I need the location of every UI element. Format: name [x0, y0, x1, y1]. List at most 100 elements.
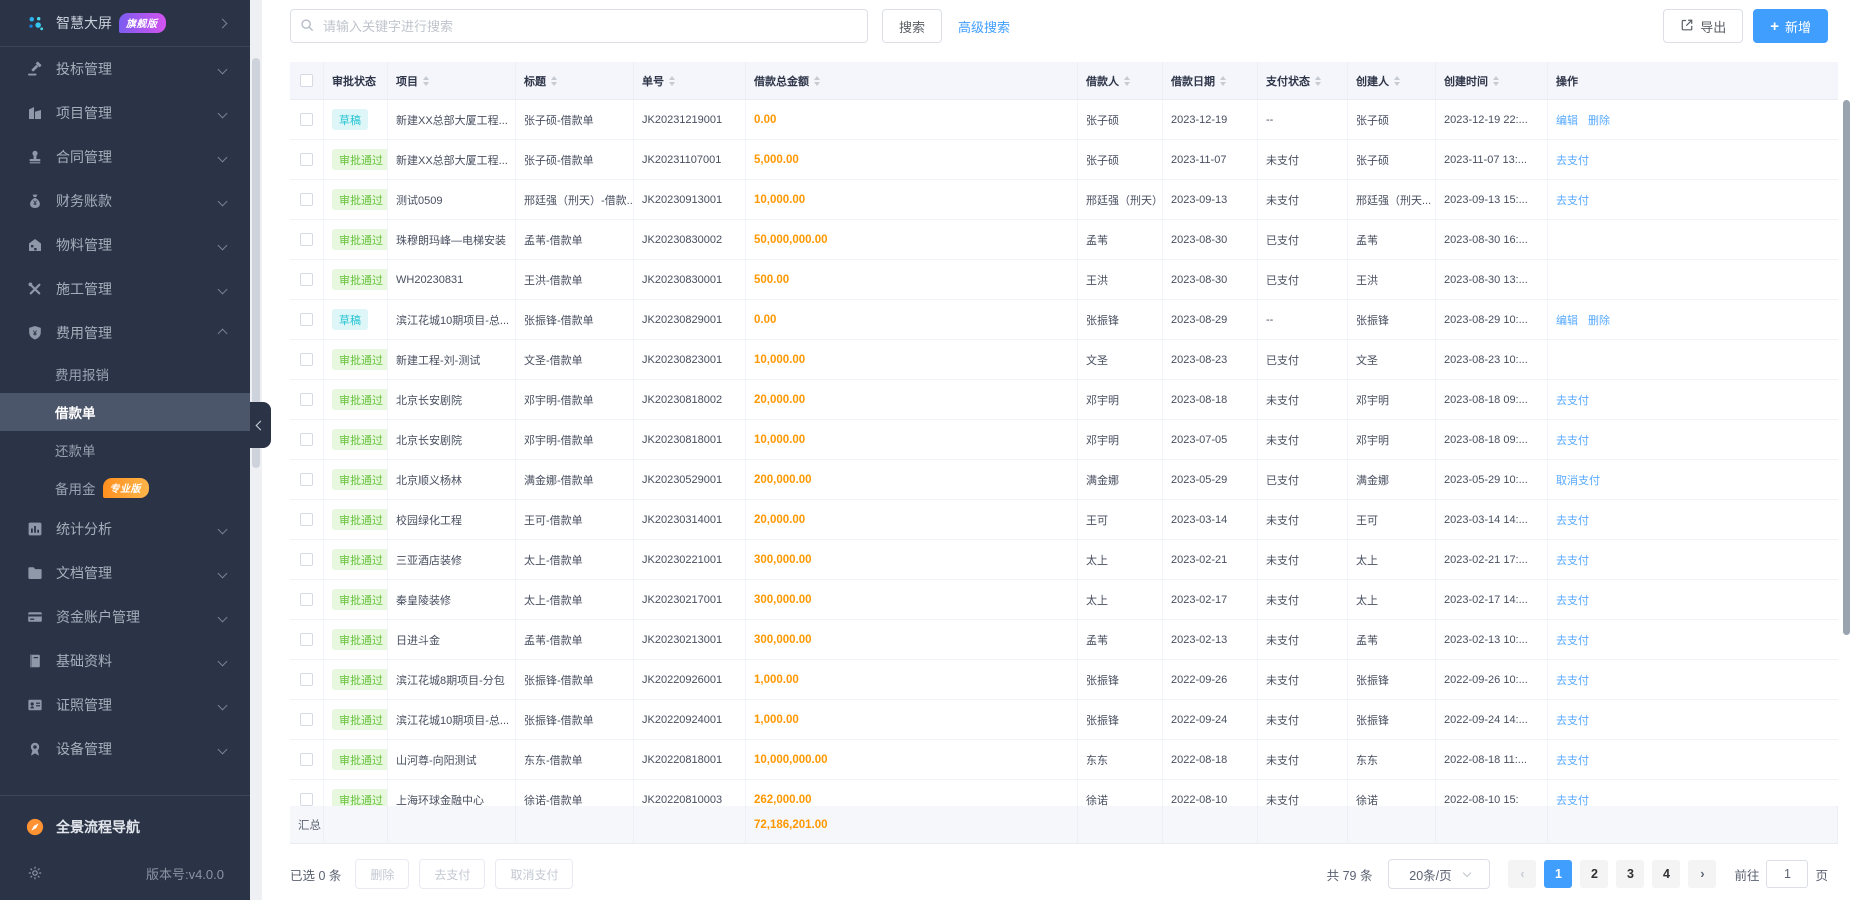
page-button-4[interactable]: 4 [1652, 860, 1680, 888]
sidebar-item-construction-management[interactable]: 施工管理 [0, 267, 250, 311]
column-header-create_time[interactable]: 创建时间 [1436, 62, 1548, 99]
summary-cell-amount: 72,186,201.00 [746, 806, 1078, 843]
status-badge: 审批通过 [332, 549, 388, 570]
column-header-borrow_date[interactable]: 借款日期 [1163, 62, 1258, 99]
row-checkbox[interactable] [300, 313, 313, 326]
pay-link[interactable]: 去支付 [1556, 752, 1589, 768]
column-header-amount[interactable]: 借款总金额 [746, 62, 1078, 99]
column-header-title[interactable]: 标题 [516, 62, 634, 99]
sidebar-item-petty-cash[interactable]: 备用金专业版 [0, 469, 250, 507]
row-checkbox[interactable] [300, 353, 313, 366]
sidebar-item-expense-reimbursement[interactable]: 费用报销 [0, 355, 250, 393]
sidebar-item-certificate-management[interactable]: 证照管理 [0, 683, 250, 727]
sidebar-item-material-management[interactable]: 物料管理 [0, 223, 250, 267]
pay-link[interactable]: 去支付 [1556, 712, 1589, 728]
pay-link[interactable]: 去支付 [1556, 192, 1589, 208]
batch-cancel-pay-button[interactable]: 取消支付 [495, 859, 573, 889]
delete-link[interactable]: 删除 [1588, 312, 1610, 328]
sidebar-item-fund-account-management[interactable]: 资金账户管理 [0, 595, 250, 639]
row-checkbox[interactable] [300, 113, 313, 126]
edit-link[interactable]: 编辑 [1556, 312, 1578, 328]
column-header-code[interactable]: 单号 [634, 62, 746, 99]
gear-icon[interactable] [26, 864, 44, 882]
edit-link[interactable]: 编辑 [1556, 112, 1578, 128]
sidebar-item-loan-slip[interactable]: 借款单 [0, 393, 250, 431]
search-button[interactable]: 搜索 [882, 9, 942, 43]
sidebar-item-statistics-analysis[interactable]: 统计分析 [0, 507, 250, 551]
cell-creator: 张振锋 [1348, 700, 1436, 739]
row-checkbox[interactable] [300, 233, 313, 246]
pay-link[interactable]: 去支付 [1556, 632, 1589, 648]
row-checkbox[interactable] [300, 193, 313, 206]
sort-icon[interactable] [1220, 76, 1226, 86]
sidebar-item-expense-management[interactable]: ¥费用管理 [0, 311, 250, 355]
sort-icon[interactable] [669, 76, 675, 86]
page-size-select[interactable]: 20条/页 [1388, 859, 1490, 889]
batch-pay-button[interactable]: 去支付 [419, 859, 485, 889]
column-header-borrower[interactable]: 借款人 [1078, 62, 1163, 99]
goto-page-input[interactable] [1766, 860, 1808, 888]
table-scrollbar-thumb[interactable] [1843, 100, 1850, 635]
sidebar-item-finance-accounts[interactable]: ¥财务账款 [0, 179, 250, 223]
column-header-creator[interactable]: 创建人 [1348, 62, 1436, 99]
row-checkbox[interactable] [300, 673, 313, 686]
sort-icon[interactable] [1493, 76, 1499, 86]
pay-link[interactable]: 去支付 [1556, 672, 1589, 688]
column-header-checkbox[interactable] [290, 62, 324, 99]
sidebar-item-label: 物料管理 [56, 235, 112, 255]
row-checkbox[interactable] [300, 753, 313, 766]
sort-icon[interactable] [551, 76, 557, 86]
search-input[interactable] [290, 9, 868, 43]
row-checkbox[interactable] [300, 273, 313, 286]
row-checkbox[interactable] [300, 713, 313, 726]
prev-page-button[interactable]: ‹ [1508, 860, 1536, 888]
sort-icon[interactable] [814, 76, 820, 86]
row-checkbox[interactable] [300, 633, 313, 646]
page-button-1[interactable]: 1 [1544, 860, 1572, 888]
sidebar-item-project-management[interactable]: 项目管理 [0, 91, 250, 135]
pay-link[interactable]: 去支付 [1556, 392, 1589, 408]
page-button-2[interactable]: 2 [1580, 860, 1608, 888]
add-button[interactable]: + 新增 [1753, 9, 1828, 43]
pay-link[interactable]: 去支付 [1556, 512, 1589, 528]
row-checkbox[interactable] [300, 473, 313, 486]
cancel-pay-link[interactable]: 取消支付 [1556, 472, 1600, 488]
cell-creator: 太上 [1348, 580, 1436, 619]
sidebar-item-contract-management[interactable]: 合同管理 [0, 135, 250, 179]
select-all-checkbox[interactable] [300, 74, 313, 87]
sort-icon[interactable] [1394, 76, 1400, 86]
pay-link[interactable]: 去支付 [1556, 792, 1589, 807]
export-button[interactable]: 导出 [1663, 9, 1743, 43]
row-checkbox[interactable] [300, 593, 313, 606]
sidebar-collapse-handle[interactable] [250, 402, 271, 448]
sort-icon[interactable] [1124, 76, 1130, 86]
row-checkbox[interactable] [300, 553, 313, 566]
sidebar-item-equipment-management[interactable]: 设备管理 [0, 727, 250, 771]
next-page-button[interactable]: › [1688, 860, 1716, 888]
row-checkbox[interactable] [300, 793, 313, 806]
sort-icon[interactable] [423, 76, 429, 86]
sidebar-item-smart-screen[interactable]: 智慧大屏旗舰版 [0, 0, 250, 47]
sort-icon[interactable] [1315, 76, 1321, 86]
pay-link[interactable]: 去支付 [1556, 552, 1589, 568]
column-label: 支付状态 [1266, 73, 1310, 89]
advanced-search-link[interactable]: 高级搜索 [958, 17, 1010, 36]
row-checkbox[interactable] [300, 513, 313, 526]
row-checkbox[interactable] [300, 393, 313, 406]
pay-link[interactable]: 去支付 [1556, 432, 1589, 448]
row-checkbox[interactable] [300, 153, 313, 166]
pay-link[interactable]: 去支付 [1556, 592, 1589, 608]
sidebar-item-basic-data[interactable]: 基础资料 [0, 639, 250, 683]
delete-link[interactable]: 删除 [1588, 112, 1610, 128]
column-header-pay_status[interactable]: 支付状态 [1258, 62, 1348, 99]
batch-delete-button[interactable]: 删除 [355, 859, 409, 889]
sidebar-item-bid-management[interactable]: 投标管理 [0, 47, 250, 91]
sidebar-item-panorama-flow-nav[interactable]: 全景流程导航 [0, 802, 250, 852]
amount-value: 10,000.00 [754, 354, 805, 366]
row-checkbox[interactable] [300, 433, 313, 446]
sidebar-item-document-management[interactable]: 文档管理 [0, 551, 250, 595]
sidebar-item-repayment-slip[interactable]: 还款单 [0, 431, 250, 469]
pay-link[interactable]: 去支付 [1556, 152, 1589, 168]
page-button-3[interactable]: 3 [1616, 860, 1644, 888]
column-header-project[interactable]: 项目 [388, 62, 516, 99]
